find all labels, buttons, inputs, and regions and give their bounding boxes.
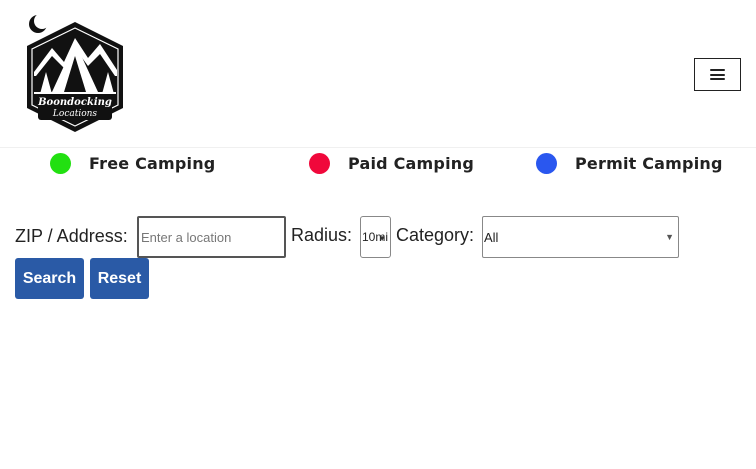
category-label: Category: (396, 225, 475, 245)
legend-label: Paid Camping (348, 153, 474, 173)
legend-item-paid: Paid Camping (309, 150, 474, 176)
dropdown-arrow-icon: ▼ (665, 232, 674, 242)
zip-address-input[interactable] (137, 216, 286, 258)
blue-dot-icon (536, 152, 557, 174)
reset-button[interactable]: Reset (90, 258, 149, 299)
site-header: Boondocking Locations (0, 0, 756, 148)
location-search-form: ZIP / Address: Radius: 10mi ▼ Category: … (15, 216, 715, 300)
green-dot-icon (50, 152, 71, 174)
logo-text-line1: Boondocking (37, 97, 112, 108)
menu-toggle-button[interactable] (694, 58, 741, 91)
legend-label: Permit Camping (575, 153, 723, 173)
legend-item-permit: Permit Camping (536, 150, 723, 176)
form-buttons-row: Search Reset (15, 258, 715, 300)
camping-legend: Free Camping Paid Camping Permit Camping (0, 148, 756, 180)
category-select[interactable]: All ▼ (482, 216, 679, 258)
category-selected-value: All (484, 229, 499, 245)
boondocking-logo[interactable]: Boondocking Locations (22, 12, 128, 136)
legend-item-free: Free Camping (50, 150, 215, 176)
radius-label: Radius: (291, 225, 353, 245)
hamburger-menu-icon (710, 69, 725, 80)
search-button[interactable]: Search (15, 258, 84, 299)
zip-label: ZIP / Address: (15, 226, 128, 246)
radius-select[interactable]: 10mi ▼ (360, 216, 391, 258)
red-dot-icon (309, 152, 330, 174)
logo-text-line2: Locations (52, 109, 98, 119)
dropdown-arrow-icon: ▼ (378, 234, 386, 243)
search-fields-row: ZIP / Address: Radius: 10mi ▼ Category: … (15, 216, 715, 258)
legend-label: Free Camping (89, 153, 216, 173)
